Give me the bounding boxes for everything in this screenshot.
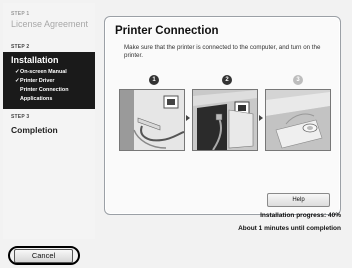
- substep-on-screen-manual: ✓On-screen Manual: [15, 69, 67, 75]
- substep-applications: Applications: [20, 96, 53, 102]
- installation-progress: Installation progress: 40%: [260, 212, 341, 219]
- step-sidebar: STEP 1 License Agreement STEP 2 STEP 3 C…: [3, 3, 95, 239]
- instruction-text: Make sure that the printer is connected …: [124, 44, 321, 59]
- illustration-step-badge: 2: [222, 75, 232, 85]
- illustration-power-button: [265, 89, 331, 151]
- time-remaining: About 1 minutes until completion: [238, 225, 341, 232]
- substep-printer-driver: ✓Printer Driver: [15, 78, 55, 84]
- step-3-title: Completion: [11, 125, 58, 135]
- illustration-step-badge: 1: [149, 75, 159, 85]
- step-1-number: STEP 1: [11, 11, 30, 17]
- installer-window: STEP 1 License Agreement STEP 2 STEP 3 C…: [0, 0, 352, 268]
- illustration-step-badge: 3: [293, 75, 303, 85]
- cancel-button[interactable]: Cancel: [14, 249, 73, 263]
- step-2-title: Installation: [11, 55, 59, 65]
- illustration-computer-cable: [119, 89, 185, 151]
- page-title: Printer Connection: [115, 25, 219, 37]
- step-3-number: STEP 3: [11, 114, 30, 120]
- current-step-block: Installation ✓On-screen Manual ✓Printer …: [3, 52, 95, 109]
- step-1-title: License Agreement: [11, 19, 89, 29]
- arrow-right-icon: [259, 115, 263, 121]
- illustration-printer-port: [192, 89, 258, 151]
- arrow-right-icon: [186, 115, 190, 121]
- step-2-number: STEP 2: [11, 44, 30, 50]
- substep-printer-connection: Printer Connection: [20, 87, 69, 93]
- connection-illustration: 1 2 3: [119, 75, 333, 171]
- help-button[interactable]: Help: [267, 193, 330, 207]
- content-panel: Printer Connection Make sure that the pr…: [104, 16, 341, 215]
